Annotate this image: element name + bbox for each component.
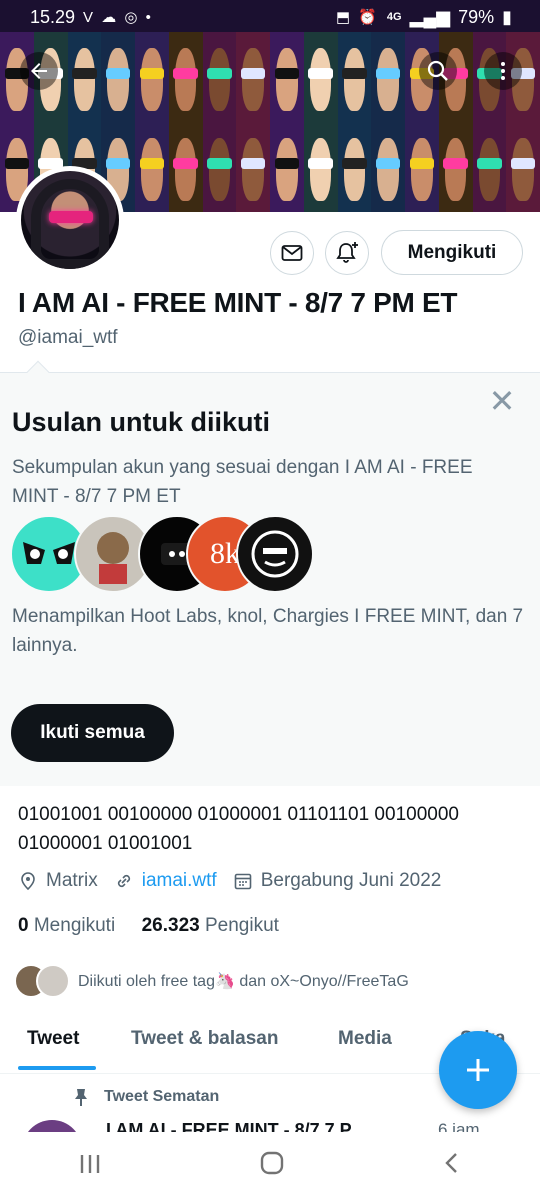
banner-face (506, 122, 540, 212)
profile-location: Matrix (46, 870, 98, 891)
status-time: 15.29 (30, 6, 76, 27)
banner-face (303, 32, 338, 122)
tab-tweet[interactable]: Tweet (27, 1028, 79, 1050)
follow-all-button[interactable]: Ikuti semua (11, 704, 174, 762)
banner-face (67, 32, 102, 122)
close-icon: ✕ (488, 383, 516, 419)
tweet-author-name: I AM AI - FREE MINT - 8/7 7 P... (106, 1120, 365, 1132)
banner-face (135, 122, 169, 212)
profile-avatar[interactable] (16, 166, 124, 274)
more-vertical-icon (501, 62, 505, 80)
suggestions-title: Usulan untuk diikuti (12, 407, 271, 437)
following-count-link[interactable]: 0 Mengikuti (18, 915, 115, 936)
notify-button[interactable] (325, 231, 369, 275)
suggested-avatar-monkey[interactable] (236, 515, 314, 593)
back-button[interactable] (20, 52, 58, 90)
profile-joined-date: Bergabung Juni 2022 (260, 870, 442, 891)
location-pin-icon (21, 872, 35, 891)
profile-name: I AM AI - FREE MINT - 8/7 7 PM ET (18, 287, 458, 318)
banner-face (438, 122, 473, 212)
banner-face (270, 122, 304, 212)
follow-counts: 0 Mengikuti 26.323 Pengikut (18, 915, 279, 937)
pin-icon (75, 1089, 87, 1106)
plus-icon (467, 1059, 489, 1081)
arrow-left-icon (31, 63, 47, 79)
banner-face (371, 32, 405, 122)
home-button[interactable] (259, 1150, 285, 1183)
message-button[interactable] (270, 231, 314, 275)
banner-face (303, 122, 338, 212)
banner-face (236, 122, 270, 212)
bell-plus-icon (336, 242, 358, 263)
battery-icon: ▮ (502, 6, 512, 27)
banner-face (236, 32, 270, 122)
banner-face (168, 32, 203, 122)
status-bar: 15.29 V ☁ ◎ • ⬒ ⏰ 4G ▂▄▆ 79% ▮ (0, 0, 540, 34)
profile-meta: Matrix iamai.wtf Bergabung Juni 2022 (18, 870, 451, 892)
calendar-icon (234, 873, 252, 890)
banner-face (202, 122, 237, 212)
suggestions-shown-text: Menampilkan Hoot Labs, knol, Chargies I … (12, 606, 524, 656)
notification-icons: V ☁ ◎ • (83, 9, 153, 26)
profile-website-link[interactable]: iamai.wtf (142, 870, 217, 892)
banner-face (101, 32, 135, 122)
tweet-time: 6 jam (438, 1120, 480, 1132)
banner-face (472, 122, 507, 212)
network-type: 4G (386, 11, 402, 23)
tab-media[interactable]: Media (338, 1028, 392, 1050)
battery-level: 79% (458, 6, 495, 27)
banner-face (337, 122, 372, 212)
search-icon (427, 60, 448, 81)
chevron-left-icon (444, 1153, 457, 1173)
search-button[interactable] (419, 52, 457, 90)
profile-handle: @iamai_wtf (18, 327, 118, 348)
followed-by-text: Diikuti oleh free tag🦄 dan oX~Onyo//Free… (78, 973, 409, 990)
active-tab-indicator (18, 1066, 96, 1070)
link-icon (117, 874, 130, 888)
pinned-tweet[interactable]: I AM AI - FREE MINT - 8/7 7 P... 6 jam (0, 1116, 540, 1132)
recent-apps-button[interactable] (78, 1150, 102, 1182)
compose-tweet-button[interactable] (439, 1031, 517, 1109)
back-nav-button[interactable] (442, 1150, 462, 1182)
banner-face (337, 32, 372, 122)
banner-face (202, 32, 237, 122)
banner-face (405, 122, 439, 212)
profile-bio: 01001001 00100000 01000001 01101101 0010… (18, 804, 459, 854)
follow-suggestions-panel: ✕ Usulan untuk diikuti Sekumpulan akun y… (0, 360, 540, 786)
banner-face (270, 32, 304, 122)
tweet-avatar (22, 1120, 82, 1132)
home-icon (260, 1151, 284, 1174)
envelope-icon (281, 245, 303, 261)
followers-count-link[interactable]: 26.323 Pengikut (142, 915, 279, 936)
suggested-avatars[interactable]: 8k (10, 515, 330, 593)
banner-face (371, 122, 405, 212)
following-button[interactable]: Mengikuti (381, 230, 523, 275)
close-suggestions-button[interactable]: ✕ (488, 385, 516, 417)
system-nav-bar (0, 1132, 540, 1200)
more-button[interactable] (484, 52, 522, 90)
followed-by[interactable]: Diikuti oleh free tag🦄 dan oX~Onyo//Free… (14, 964, 409, 998)
system-icons: ⬒ ⏰ (335, 9, 379, 26)
follower-avatar (36, 964, 70, 998)
banner-face (168, 122, 203, 212)
signal-icon: ▂▄▆ (409, 6, 451, 27)
pinned-tweet-label: Tweet Sematan (72, 1087, 219, 1107)
recent-apps-icon (81, 1155, 100, 1173)
suggestions-description: Sekumpulan akun yang sesuai dengan I AM … (12, 457, 473, 507)
banner-face (135, 32, 169, 122)
tab-tweet-replies[interactable]: Tweet & balasan (131, 1028, 278, 1050)
